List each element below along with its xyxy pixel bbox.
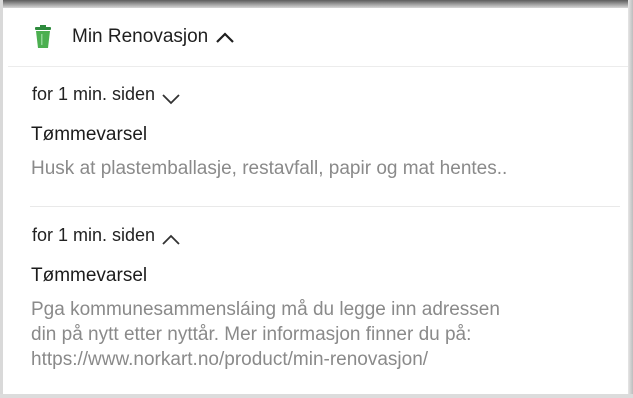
chevron-up-icon[interactable] [214, 30, 236, 44]
notification-time: for 1 min. siden [32, 84, 156, 104]
notification-link[interactable]: https://www.norkart.no/product/min-renov… [8, 347, 598, 372]
right-edge [628, 0, 633, 398]
app-notification-header[interactable]: Min Renovasjon [8, 8, 628, 67]
chevron-down-icon[interactable] [161, 89, 181, 104]
notification-title: Tømmevarsel [31, 124, 148, 145]
notification-time: for 1 min. siden [32, 225, 156, 245]
notification-time-row[interactable]: for 1 min. siden [8, 84, 598, 105]
left-edge [0, 0, 3, 398]
notification-shade: Min Renovasjon for 1 min. siden Tømmevar… [0, 0, 633, 398]
divider [30, 206, 620, 207]
app-name: Min Renovasjon [72, 26, 209, 47]
notification-time-row[interactable]: for 1 min. siden [8, 225, 598, 246]
green-bin-icon [34, 25, 52, 49]
bottom-edge [0, 394, 633, 398]
notification-title: Tømmevarsel [31, 265, 148, 286]
chevron-up-icon[interactable] [161, 230, 181, 245]
notification-item[interactable]: for 1 min. siden Tømmevarsel Husk at pla… [8, 84, 598, 181]
notification-item[interactable]: for 1 min. siden Tømmevarsel Pga kommune… [8, 225, 598, 372]
top-shadow [0, 0, 633, 8]
notification-body: Husk at plastemballasje, restavfall, pap… [31, 158, 508, 179]
notification-body-line: Pga kommunesammensláing må du legge inn … [31, 299, 500, 320]
notification-body-line: din på nytt etter nyttår. Mer informasjo… [31, 324, 472, 345]
